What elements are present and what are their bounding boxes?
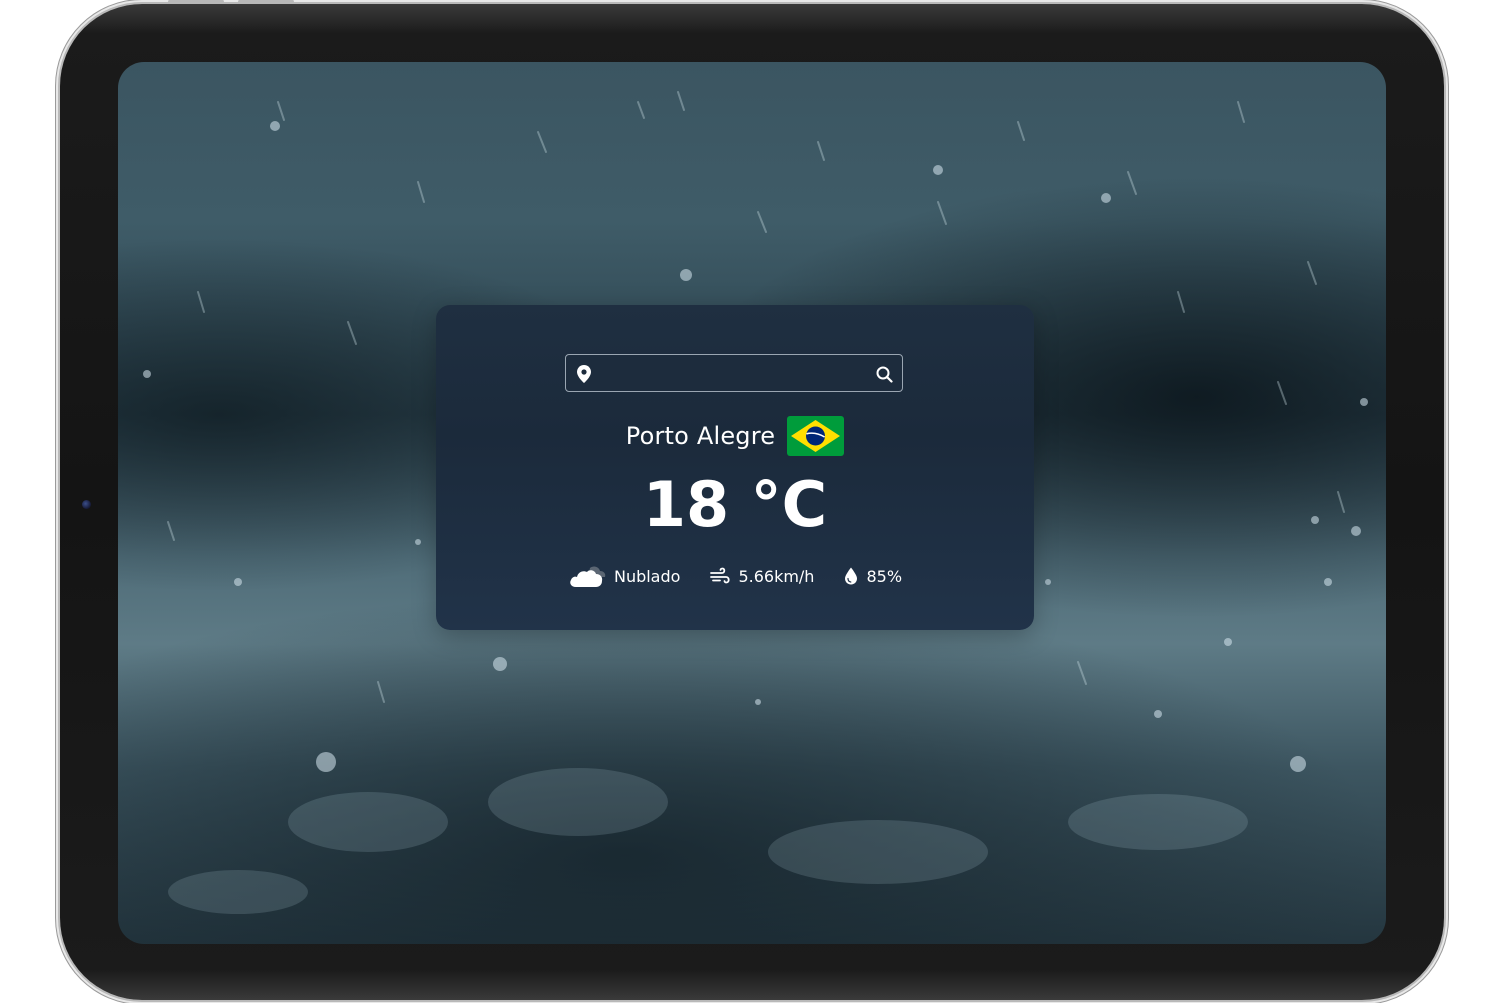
- front-camera: [82, 500, 91, 509]
- weather-details: Nublado 5.66km/h 85%: [436, 561, 1034, 591]
- city-search-input[interactable]: [600, 359, 868, 389]
- search-icon[interactable]: [874, 364, 896, 384]
- humidity-text: 85%: [866, 566, 903, 586]
- volume-button: [168, 0, 224, 4]
- power-button: [238, 0, 294, 4]
- wind-detail: 5.66km/h: [710, 567, 814, 586]
- tablet-frame: Porto Alegre 18 °C Nublado 5.66km/h 85%: [60, 0, 1444, 1000]
- temperature-value: 18 °C: [642, 468, 828, 541]
- humidity-detail: 85%: [844, 567, 902, 586]
- city-name: Porto Alegre: [625, 422, 776, 450]
- map-pin-icon: [577, 365, 591, 383]
- condition-detail: Nublado: [568, 564, 680, 588]
- wind-icon: [710, 567, 731, 584]
- brazil-flag-icon: [787, 416, 845, 456]
- weather-card: Porto Alegre 18 °C Nublado 5.66km/h 85%: [436, 305, 1034, 630]
- location-row: Porto Alegre: [436, 415, 1034, 457]
- wind-speed-text: 5.66km/h: [738, 566, 815, 586]
- app-screen: Porto Alegre 18 °C Nublado 5.66km/h 85%: [118, 62, 1386, 944]
- water-drop-icon: [845, 567, 858, 585]
- cloud-icon: [570, 566, 606, 587]
- city-search-bar[interactable]: [565, 354, 903, 392]
- condition-text: Nublado: [613, 566, 681, 586]
